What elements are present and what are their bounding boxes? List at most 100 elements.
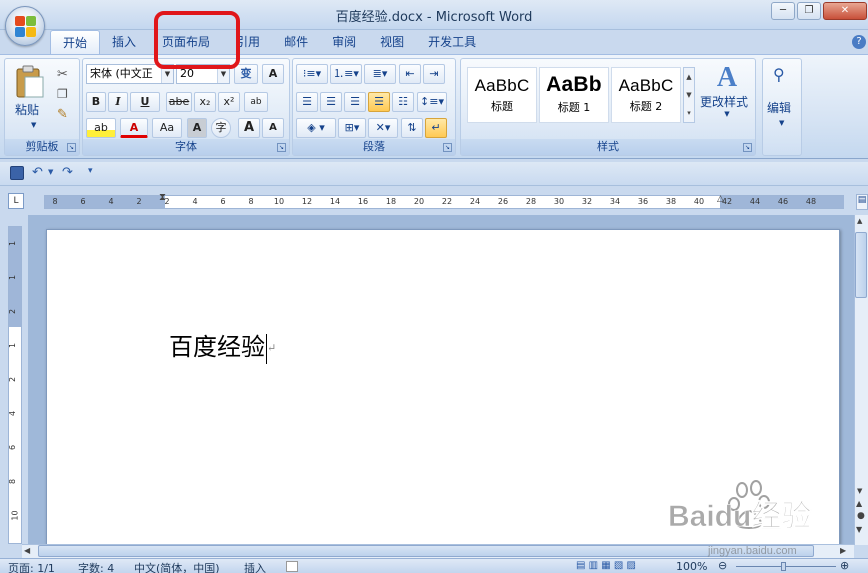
- superscript-button[interactable]: x²: [218, 92, 240, 112]
- status-word-count[interactable]: 字数: 4: [78, 560, 114, 573]
- increase-indent-button[interactable]: ⇥: [423, 64, 445, 84]
- minimize-button[interactable]: ─: [771, 2, 795, 20]
- decrease-indent-button[interactable]: ⇤: [399, 64, 421, 84]
- status-page[interactable]: 页面: 1/1: [8, 560, 55, 573]
- paragraph-launcher-icon[interactable]: ↘: [443, 143, 452, 152]
- undo-dropdown-icon[interactable]: ▼: [48, 168, 53, 176]
- vertical-ruler[interactable]: 1 1 2 1 2 4 6 8 10: [8, 226, 22, 544]
- format-painter-icon[interactable]: ✎: [57, 107, 68, 122]
- phonetic-guide-button[interactable]: 变: [234, 64, 258, 84]
- chevron-down-icon[interactable]: ▼: [779, 119, 784, 127]
- watermark-url: jingyan.baidu.com: [707, 545, 797, 557]
- font-color-button[interactable]: A: [120, 118, 148, 138]
- paste-button-label[interactable]: 粘贴: [15, 101, 39, 118]
- macro-recording-icon[interactable]: [286, 561, 298, 572]
- show-marks-button[interactable]: ↵: [425, 118, 447, 138]
- font-group: 宋体 (中文正 ▼ 20 ▼ 变 A B I U abe x₂ x² ab ab…: [82, 58, 290, 156]
- editing-label[interactable]: 编辑: [767, 99, 791, 116]
- line-spacing-button[interactable]: ↕≡▾: [417, 92, 447, 112]
- change-case-button[interactable]: Aa: [152, 118, 182, 138]
- customize-qat-icon[interactable]: ▾: [88, 166, 93, 176]
- scroll-left-icon[interactable]: ◀: [24, 546, 30, 555]
- align-center-button[interactable]: ☰: [320, 92, 342, 112]
- paste-dropdown-icon[interactable]: ▼: [31, 121, 36, 129]
- zoom-level[interactable]: 100%: [676, 560, 707, 573]
- enclose-characters-button[interactable]: 字: [211, 118, 231, 138]
- chinese-layout-button[interactable]: ✕▾: [368, 118, 398, 138]
- ruler-number: 38: [665, 197, 677, 206]
- character-border-button[interactable]: A: [262, 64, 284, 84]
- scroll-up-icon[interactable]: ▲: [857, 217, 862, 225]
- zoom-slider[interactable]: [736, 566, 836, 567]
- ruler-number: 30: [553, 197, 565, 206]
- redo-icon[interactable]: ↷: [62, 165, 73, 180]
- help-icon[interactable]: ?: [852, 35, 866, 49]
- sort-button[interactable]: ⇅: [401, 118, 423, 138]
- shrink-font-button[interactable]: A: [262, 118, 284, 138]
- status-bar: 页面: 1/1 字数: 4 中文(简体，中国) 插入 ▤ ▥ ▦ ▧ ▨ 100…: [0, 558, 868, 573]
- close-button[interactable]: ✕: [823, 2, 867, 20]
- shading-button[interactable]: ◈ ▾: [296, 118, 336, 138]
- styles-scroll[interactable]: ▲ ▼ ▾: [683, 67, 695, 123]
- office-button[interactable]: [5, 6, 45, 46]
- italic-button[interactable]: I: [108, 92, 128, 112]
- next-page-icon[interactable]: ▼: [856, 525, 862, 534]
- character-shading-button[interactable]: A: [187, 118, 207, 138]
- underline-button[interactable]: U: [130, 92, 160, 112]
- grow-font-button[interactable]: A: [238, 118, 260, 138]
- style-tile-title[interactable]: AaBbC 标题: [467, 67, 537, 123]
- tab-review[interactable]: 审阅: [320, 30, 368, 54]
- borders-button[interactable]: ⊞▾: [338, 118, 366, 138]
- tab-mailings[interactable]: 邮件: [272, 30, 320, 54]
- scroll-right-icon[interactable]: ▶: [840, 546, 846, 555]
- document-text[interactable]: 百度经验: [169, 333, 265, 361]
- vertical-ruler-number: 6: [8, 444, 18, 451]
- restore-button[interactable]: ❐: [797, 2, 821, 20]
- previous-page-icon[interactable]: ▲: [856, 499, 862, 508]
- save-icon[interactable]: [10, 166, 24, 180]
- styles-launcher-icon[interactable]: ↘: [743, 143, 752, 152]
- strikethrough-button[interactable]: abe: [166, 92, 192, 112]
- binoculars-icon[interactable]: ⚲: [773, 65, 785, 84]
- clipboard-launcher-icon[interactable]: ↘: [67, 143, 76, 152]
- paste-icon[interactable]: [13, 65, 45, 99]
- tab-stop-selector[interactable]: L: [8, 193, 24, 209]
- bold-button[interactable]: B: [86, 92, 106, 112]
- vertical-scroll-thumb[interactable]: [855, 232, 867, 298]
- tab-developer[interactable]: 开发工具: [416, 30, 488, 54]
- office-logo-icon: [15, 16, 36, 37]
- style-tile-heading1[interactable]: AaBb 标题 1: [539, 67, 609, 123]
- copy-icon[interactable]: ❐: [57, 87, 68, 101]
- tab-home[interactable]: 开始: [50, 30, 101, 54]
- scroll-down-icon[interactable]: ▼: [857, 487, 862, 495]
- tab-insert[interactable]: 插入: [100, 30, 148, 54]
- multilevel-list-button[interactable]: ≣▾: [364, 64, 396, 84]
- cut-icon[interactable]: ✂: [57, 67, 68, 82]
- select-browse-object-icon[interactable]: ●: [857, 511, 865, 521]
- title-bar: 百度经验.docx - Microsoft Word ─ ❐ ✕: [0, 0, 868, 30]
- status-insert-mode[interactable]: 插入: [244, 560, 266, 573]
- status-language[interactable]: 中文(简体，中国): [134, 560, 220, 573]
- highlight-button[interactable]: ab: [86, 118, 116, 138]
- horizontal-ruler[interactable]: ⧗ △ 8 6 4 2 2 4 6 8 10 12 14 16 18 20 22 24 26 28 30 32 34 36…: [44, 192, 844, 209]
- justify-button[interactable]: ☰: [368, 92, 390, 112]
- style-tile-heading2[interactable]: AaBbC 标题 2: [611, 67, 681, 123]
- font-launcher-icon[interactable]: ↘: [277, 143, 286, 152]
- align-right-button[interactable]: ☰: [344, 92, 366, 112]
- distributed-button[interactable]: ☷: [392, 92, 414, 112]
- align-left-button[interactable]: ☰: [296, 92, 318, 112]
- subscript-button[interactable]: x₂: [194, 92, 216, 112]
- view-buttons[interactable]: ▤ ▥ ▦ ▧ ▨: [576, 560, 636, 571]
- clear-formatting-button[interactable]: ab: [244, 92, 268, 112]
- zoom-slider-thumb[interactable]: [781, 562, 786, 571]
- change-styles-button[interactable]: A 更改样式 ▼: [700, 63, 749, 119]
- zoom-out-icon[interactable]: ⊖: [718, 559, 727, 572]
- view-ruler-icon[interactable]: ▤: [856, 194, 868, 210]
- document-body[interactable]: 百度经验 ↵: [169, 330, 276, 366]
- bullets-button[interactable]: ⁝≡▾: [296, 64, 328, 84]
- numbering-button[interactable]: ⒈≡▾: [330, 64, 362, 84]
- undo-icon[interactable]: ↶: [32, 165, 43, 180]
- vertical-ruler-number: 4: [8, 410, 18, 417]
- zoom-in-icon[interactable]: ⊕: [840, 559, 849, 572]
- tab-view[interactable]: 视图: [368, 30, 416, 54]
